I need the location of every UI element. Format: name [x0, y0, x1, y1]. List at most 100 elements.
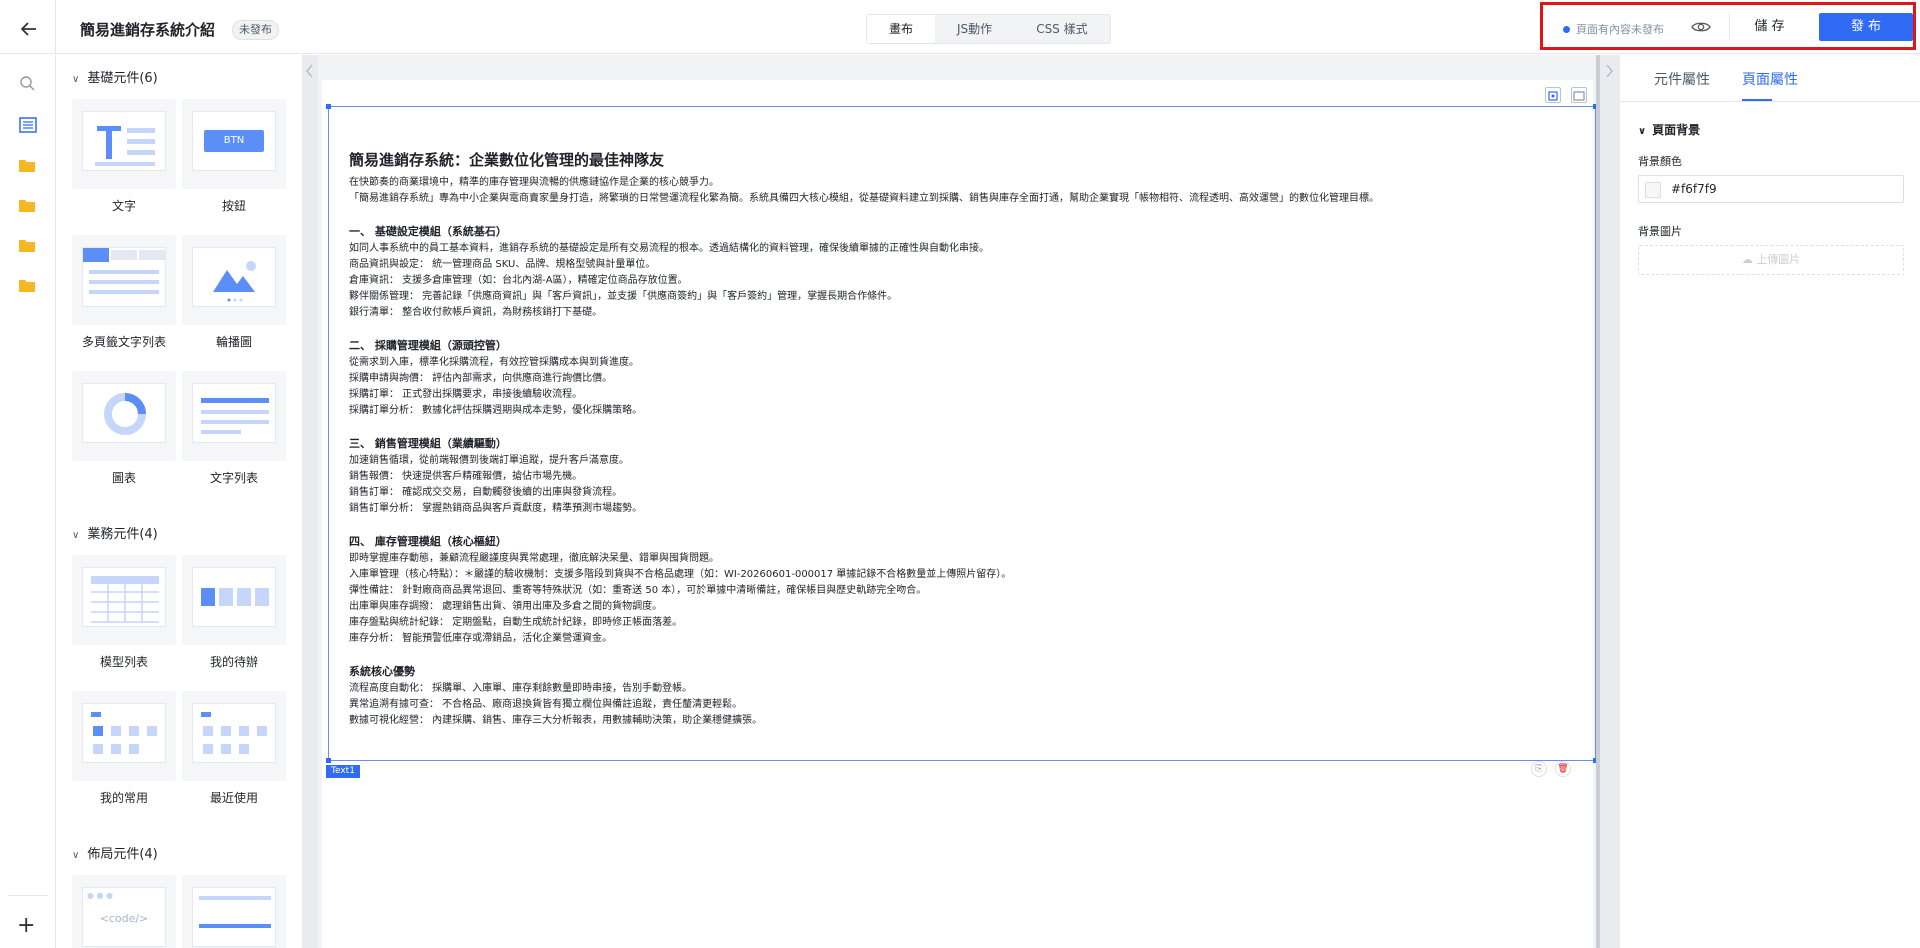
- component-library: ∨ 基礎元件(6) 文字 BTN 按鈕 多頁籤文字列表 輪播圖 圖表 文字列表 ∨…: [56, 55, 302, 948]
- rich-text-content: 簡易進銷存系統：企業數位化管理的最佳神隊友 在快節奏的商業環境中，精準的庫存管理…: [349, 147, 1579, 729]
- folder-icon[interactable]: [19, 277, 37, 295]
- group-layout-components[interactable]: ∨ 佈局元件(4): [72, 843, 158, 862]
- doc-line: 採購申請與詢價： 評估內部需求，向供應商進行詢價比價。: [349, 373, 613, 384]
- editor-canvas: 簡易進銷存系統：企業數位化管理的最佳神隊友 在快節奏的商業環境中，精準的庫存管理…: [318, 55, 1600, 948]
- component-card-model-list[interactable]: [72, 555, 176, 645]
- group-basic-components[interactable]: ∨ 基礎元件(6): [72, 67, 158, 86]
- doc-line: 加速銷售循環，從前端報價到後端訂單追蹤，提升客戶滿意度。: [349, 455, 629, 466]
- tab-component-properties[interactable]: 元件屬性: [1654, 69, 1710, 89]
- component-card-carousel[interactable]: [182, 235, 286, 325]
- card-label-button: 按鈕: [221, 199, 246, 213]
- unsaved-dot-icon: [1563, 26, 1570, 33]
- status-badge: 未發布: [232, 20, 279, 40]
- chevron-down-icon: ∨: [72, 530, 80, 541]
- card-label-multi-tab: 多頁籤文字列表: [81, 335, 166, 349]
- page-title: 簡易進銷存系統介紹: [80, 21, 216, 39]
- add-icon[interactable]: +: [17, 913, 35, 938]
- button-component-thumb: BTN: [192, 111, 276, 171]
- doc-line: 如同人事系統中的員工基本資料，進銷存系統的基礎設定是所有交易流程的根本。透過結構…: [349, 243, 989, 254]
- tab-page-properties[interactable]: 頁面屬性: [1742, 69, 1798, 89]
- my-todo-thumb: [192, 567, 276, 627]
- search-icon[interactable]: [19, 75, 37, 93]
- doc-intro-line: 在快節奏的商業環境中，精準的庫存管理與流暢的供應鏈協作是企業的核心競爭力。: [349, 177, 719, 188]
- folder-icon[interactable]: [19, 157, 37, 175]
- bg-color-label: 背景顏色: [1638, 155, 1682, 168]
- left-panel-collapse-bar[interactable]: [302, 55, 318, 948]
- fit-view-icon[interactable]: [1545, 87, 1561, 103]
- editor-mode-tabs: 畫布 JS動作 CSS 樣式: [866, 14, 1111, 44]
- component-tag[interactable]: Text1: [326, 765, 360, 778]
- component-card-my-todo[interactable]: [182, 555, 286, 645]
- dots-icon: ● ● ●: [87, 891, 114, 900]
- code-thumb-label: <code/>: [99, 912, 149, 925]
- doc-line: 倉庫資訊： 支援多倉庫管理（如：台北內湖-A區），精確定位商品存放位置。: [349, 275, 688, 286]
- carousel-thumb: [192, 247, 276, 307]
- component-card-layout[interactable]: [182, 875, 286, 948]
- resize-handle[interactable]: [326, 104, 331, 109]
- doc-section-heading: 一、 基礎設定模組（系統基石）: [349, 225, 507, 238]
- doc-title: 簡易進銷存系統：企業數位化管理的最佳神隊友: [349, 151, 665, 169]
- section-page-background[interactable]: ∨ 頁面背景: [1638, 121, 1700, 138]
- doc-line: 異常追溯有據可查： 不合格品、廠商退換貨皆有獨立欄位與備註追蹤，責任釐清更輕鬆。: [349, 699, 743, 710]
- preview-eye-icon[interactable]: [1691, 19, 1711, 33]
- tab-css-style[interactable]: CSS 樣式: [1014, 15, 1109, 43]
- doc-line: 即時掌握庫存動態，兼顧流程嚴謹度與異常處理，徹底解決呆量、錯單與囤貨問題。: [349, 553, 719, 564]
- back-arrow-icon[interactable]: [20, 20, 38, 43]
- component-card-chart[interactable]: [72, 371, 176, 461]
- doc-line: 採購訂單分析： 數據化評估採購週期與成本走勢，優化採購策略。: [349, 405, 643, 416]
- publish-actions-group: 頁面有內容未發布 儲 存 發 布: [1540, 2, 1916, 50]
- tab-js-actions[interactable]: JS動作: [935, 15, 1014, 43]
- doc-line: 入庫單管理（核心特點）：＊嚴謹的驗收機制：支援多階段到貨與不合格品處理（如：WI…: [349, 569, 1012, 580]
- component-card-multi-tab-text-list[interactable]: [72, 235, 176, 325]
- component-card-code[interactable]: ● ● ● <code/>: [72, 875, 176, 948]
- copy-icon[interactable]: ⎘: [1531, 761, 1547, 777]
- doc-section-heading: 四、 庫存管理模組（核心樞紐）: [349, 535, 507, 548]
- doc-section-heading: 系統核心優勢: [349, 665, 415, 678]
- chart-thumb: [82, 383, 166, 443]
- resize-handle[interactable]: [326, 758, 331, 763]
- folder-icon[interactable]: [19, 197, 37, 215]
- page-frame[interactable]: 簡易進銷存系統：企業數位化管理的最佳神隊友 在快節奏的商業環境中，精準的庫存管理…: [322, 80, 1598, 948]
- selected-text-component[interactable]: 簡易進銷存系統：企業數位化管理的最佳神隊友 在快節奏的商業環境中，精準的庫存管理…: [326, 104, 1598, 763]
- publish-button[interactable]: 發 布: [1819, 13, 1913, 41]
- upload-image-button[interactable]: ☁ 上傳圖片: [1638, 245, 1904, 275]
- code-view-icon[interactable]: [1571, 87, 1587, 103]
- save-button[interactable]: 儲 存: [1730, 13, 1809, 41]
- tab-canvas[interactable]: 畫布: [867, 15, 936, 43]
- component-card-text-list[interactable]: [182, 371, 286, 461]
- doc-intro-line: 「簡易進銷存系統」專為中小企業與電商賣家量身打造，將繁瑣的日常營運流程化繁為簡。…: [349, 193, 1379, 204]
- doc-line: 數據可視化經營： 內建採購、銷售、庫存三大分析報表，用數據輔助決策，助企業穩健擴…: [349, 715, 763, 726]
- delete-icon[interactable]: 🗑: [1555, 761, 1571, 777]
- doc-line: 庫存分析： 智能預警低庫存或滯銷品，活化企業營運資金。: [349, 633, 613, 644]
- component-card-text[interactable]: [72, 99, 176, 189]
- group-business-components[interactable]: ∨ 業務元件(4): [72, 523, 158, 542]
- layout-thumb: [192, 887, 276, 947]
- doc-line: 庫存盤點與統計紀錄： 定期盤點，自動生成統計紀錄，即時修正帳面落差。: [349, 617, 683, 628]
- card-label-chart: 圖表: [111, 471, 136, 485]
- component-card-recent[interactable]: [182, 691, 286, 781]
- btn-thumb-label: BTN: [204, 130, 264, 152]
- card-label-text-list: 文字列表: [209, 471, 258, 485]
- bg-color-input[interactable]: #f6f7f9: [1638, 175, 1904, 203]
- folder-icon[interactable]: [19, 237, 37, 255]
- unsaved-notice: 頁面有內容未發布: [1576, 23, 1664, 36]
- color-swatch[interactable]: [1645, 182, 1661, 198]
- component-card-button[interactable]: BTN: [182, 99, 286, 189]
- right-panel-collapse-bar[interactable]: [1600, 55, 1620, 948]
- doc-line: 銷售訂單分析： 掌握熱銷商品與客戶貢獻度，精準預測市場趨勢。: [349, 503, 643, 514]
- card-label-my-todo: 我的待辦: [209, 655, 258, 669]
- text-component-thumb: [82, 111, 166, 171]
- doc-line: 流程高度自動化： 採購單、入庫單、庫存剩餘數量即時串接，告別手動登帳。: [349, 683, 693, 694]
- doc-line: 採購訂單： 正式發出採購要求，串接後續驗收流程。: [349, 389, 583, 400]
- doc-line: 銀行清單： 整合收付款帳戶資訊，為財務核銷打下基礎。: [349, 307, 603, 318]
- left-rail: +: [0, 55, 56, 948]
- upload-cloud-icon: ☁: [1741, 253, 1753, 266]
- chevron-down-icon: ∨: [72, 850, 80, 861]
- active-tab-underline: [1742, 99, 1772, 101]
- card-label-my-favorites: 我的常用: [99, 791, 148, 805]
- card-label-text: 文字: [111, 199, 136, 213]
- doc-line: 彈性備註： 針對廠商商品異常退回、重寄等特殊狀況（如：重寄送 50 本），可於單…: [349, 585, 927, 596]
- component-card-my-favorites[interactable]: [72, 691, 176, 781]
- list-icon[interactable]: [19, 117, 37, 135]
- doc-line: 銷售報價： 快速提供客戶精確報價，搶佔市場先機。: [349, 471, 583, 482]
